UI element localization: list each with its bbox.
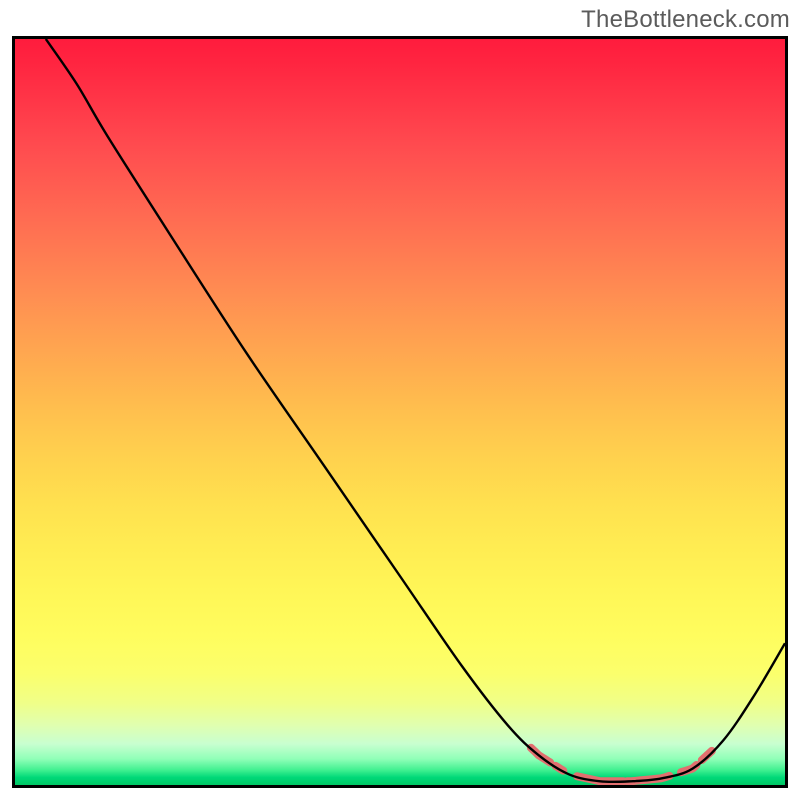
plot-area xyxy=(12,36,788,788)
chart-container: TheBottleneck.com xyxy=(0,0,800,800)
dash-overlay xyxy=(531,748,712,782)
curve-svg xyxy=(15,39,785,785)
bottleneck-curve xyxy=(46,39,785,782)
watermark-text: TheBottleneck.com xyxy=(581,6,790,34)
